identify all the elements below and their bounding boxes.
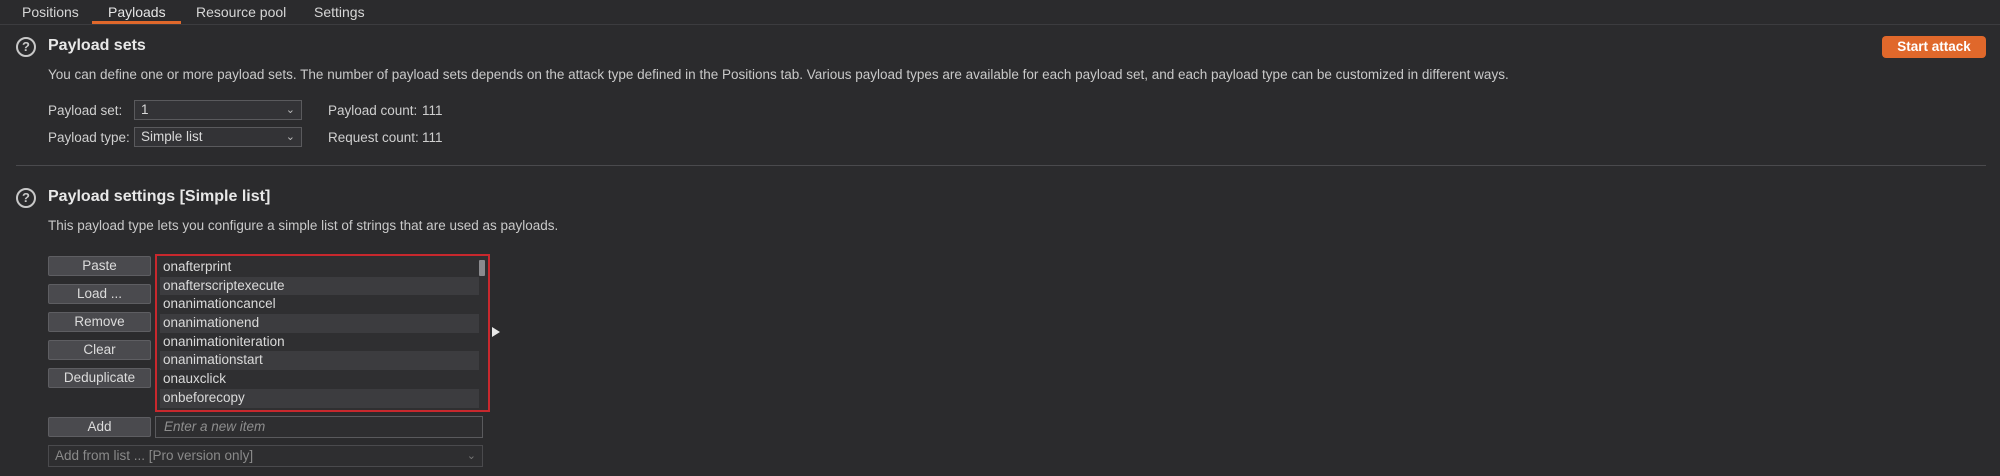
payload-set-label: Payload set: [48,103,123,118]
list-item[interactable]: onanimationstart [160,351,481,371]
section-divider [16,165,1986,166]
payload-count-value: 111 [422,103,443,118]
tab-payloads[interactable]: Payloads [94,3,180,21]
list-scrollbar[interactable] [479,258,486,408]
payload-settings-description: This payload type lets you configure a s… [48,218,559,233]
add-button[interactable]: Add [48,417,151,437]
list-item[interactable]: onanimationcancel [160,295,481,314]
payload-sets-description: You can define one or more payload sets.… [48,67,1509,82]
tab-settings[interactable]: Settings [300,3,379,21]
help-circle-icon[interactable]: ? [16,188,36,208]
help-circle-icon[interactable]: ? [16,37,36,57]
list-item[interactable]: onafterscriptexecute [160,276,481,296]
list-item[interactable]: onafterprint [160,258,481,277]
scrollbar-thumb[interactable] [479,260,485,276]
play-arrow-icon[interactable] [492,327,500,337]
tab-bar: Positions Payloads Resource pool Setting… [0,0,2000,25]
chevron-down-icon: ⌄ [466,450,476,462]
list-item[interactable]: onanimationiteration [160,333,481,352]
payload-type-label: Payload type: [48,130,130,145]
new-item-input[interactable]: Enter a new item [155,416,483,438]
start-attack-button[interactable]: Start attack [1882,36,1986,58]
list-item[interactable]: onauxclick [160,370,481,389]
active-tab-indicator [92,21,181,24]
payload-set-value: 1 [141,102,149,117]
payload-type-select[interactable]: Simple list ⌄ [134,127,302,147]
payload-set-select[interactable]: 1 ⌄ [134,100,302,120]
request-count-label: Request count: [328,130,419,145]
add-from-list-label: Add from list ... [Pro version only] [55,448,254,463]
request-count-value: 111 [422,130,443,145]
payload-list[interactable]: onafterprint onafterscriptexecute onanim… [155,254,490,412]
tab-resource-pool[interactable]: Resource pool [182,3,300,21]
deduplicate-button[interactable]: Deduplicate [48,368,151,388]
chevron-down-icon: ⌄ [285,131,295,143]
add-from-list-select: Add from list ... [Pro version only] ⌄ [48,445,483,467]
list-item[interactable]: onbeforecopy [160,388,481,408]
paste-button[interactable]: Paste [48,256,151,276]
chevron-down-icon: ⌄ [285,104,295,116]
remove-button[interactable]: Remove [48,312,151,332]
payload-settings-title: Payload settings [Simple list] [48,188,271,205]
payload-count-label: Payload count: [328,103,418,118]
tab-positions[interactable]: Positions [8,3,93,21]
clear-button[interactable]: Clear [48,340,151,360]
load-button[interactable]: Load ... [48,284,151,304]
payload-sets-title: Payload sets [48,37,146,54]
list-item[interactable]: onanimationend [160,314,481,333]
payload-type-value: Simple list [141,129,203,144]
